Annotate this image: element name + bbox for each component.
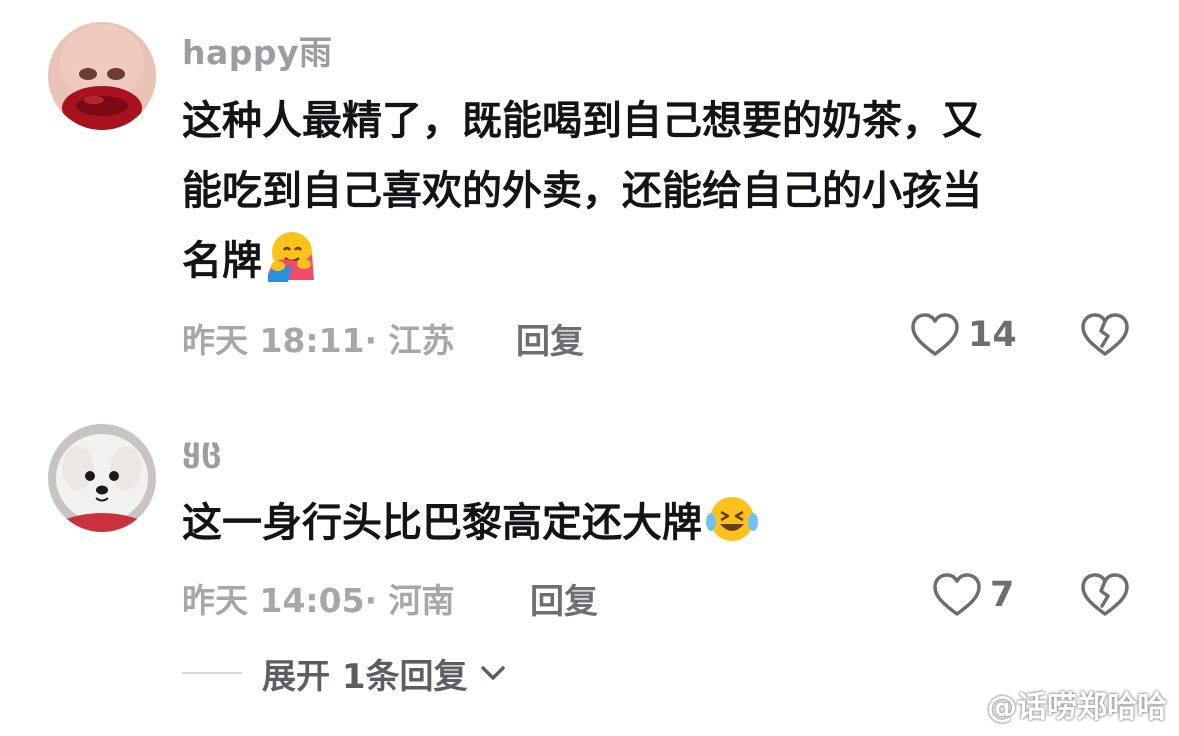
avatar[interactable]	[48, 22, 156, 130]
expand-replies-button[interactable]: 展开 1条回复	[182, 648, 506, 698]
hugging-face-emoji	[264, 230, 316, 304]
comment-text-fragment: 名牌	[182, 238, 262, 284]
username[interactable]: ყც	[182, 430, 222, 469]
weibo-logo-icon	[941, 691, 979, 721]
like-button[interactable]: 7	[932, 572, 1014, 618]
avatar[interactable]	[48, 424, 156, 532]
like-count: 7	[990, 575, 1015, 615]
dislike-button[interactable]	[1080, 312, 1130, 358]
divider	[182, 672, 242, 674]
comment-text-fragment: 这一身行头比巴黎高定还大牌	[182, 500, 702, 546]
comment-text-line: 这种人最精了，既能喝到自己想要的奶茶，又	[182, 98, 982, 144]
avatar-image	[48, 22, 156, 130]
username[interactable]: happy雨	[182, 26, 333, 74]
reply-button[interactable]: 回复	[516, 314, 584, 363]
broken-heart-icon	[1081, 573, 1129, 616]
expand-replies-label: 展开 1条回复	[262, 656, 468, 697]
avatar-image	[48, 424, 156, 532]
dislike-button[interactable]	[1080, 572, 1130, 618]
watermark-text: @话唠郑哈哈	[987, 690, 1167, 725]
comment-text-line: 名牌	[182, 226, 1112, 296]
comment-meta: 昨天 14:05· 河南	[182, 581, 455, 620]
watermark: @话唠郑哈哈	[941, 682, 1167, 726]
comment-text: 这一身行头比巴黎高定还大牌	[182, 488, 1112, 558]
comment-text: 这种人最精了，既能喝到自己想要的奶茶，又 能吃到自己喜欢的外卖，还能给自己的小孩…	[182, 86, 1112, 296]
like-count: 14	[968, 315, 1017, 355]
comment-text-line: 这一身行头比巴黎高定还大牌	[182, 488, 1112, 558]
reply-button[interactable]: 回复	[530, 574, 598, 623]
heart-outline-icon	[933, 573, 981, 616]
comment-text-line: 能吃到自己喜欢的外卖，还能给自己的小孩当	[182, 168, 982, 214]
broken-heart-icon	[1081, 313, 1129, 356]
like-button[interactable]: 14	[910, 312, 1017, 358]
chevron-down-icon	[480, 666, 505, 680]
comment-meta: 昨天 18:11· 江苏	[182, 321, 455, 360]
crying-laughing-face-emoji	[704, 492, 760, 566]
heart-outline-icon	[911, 313, 959, 356]
